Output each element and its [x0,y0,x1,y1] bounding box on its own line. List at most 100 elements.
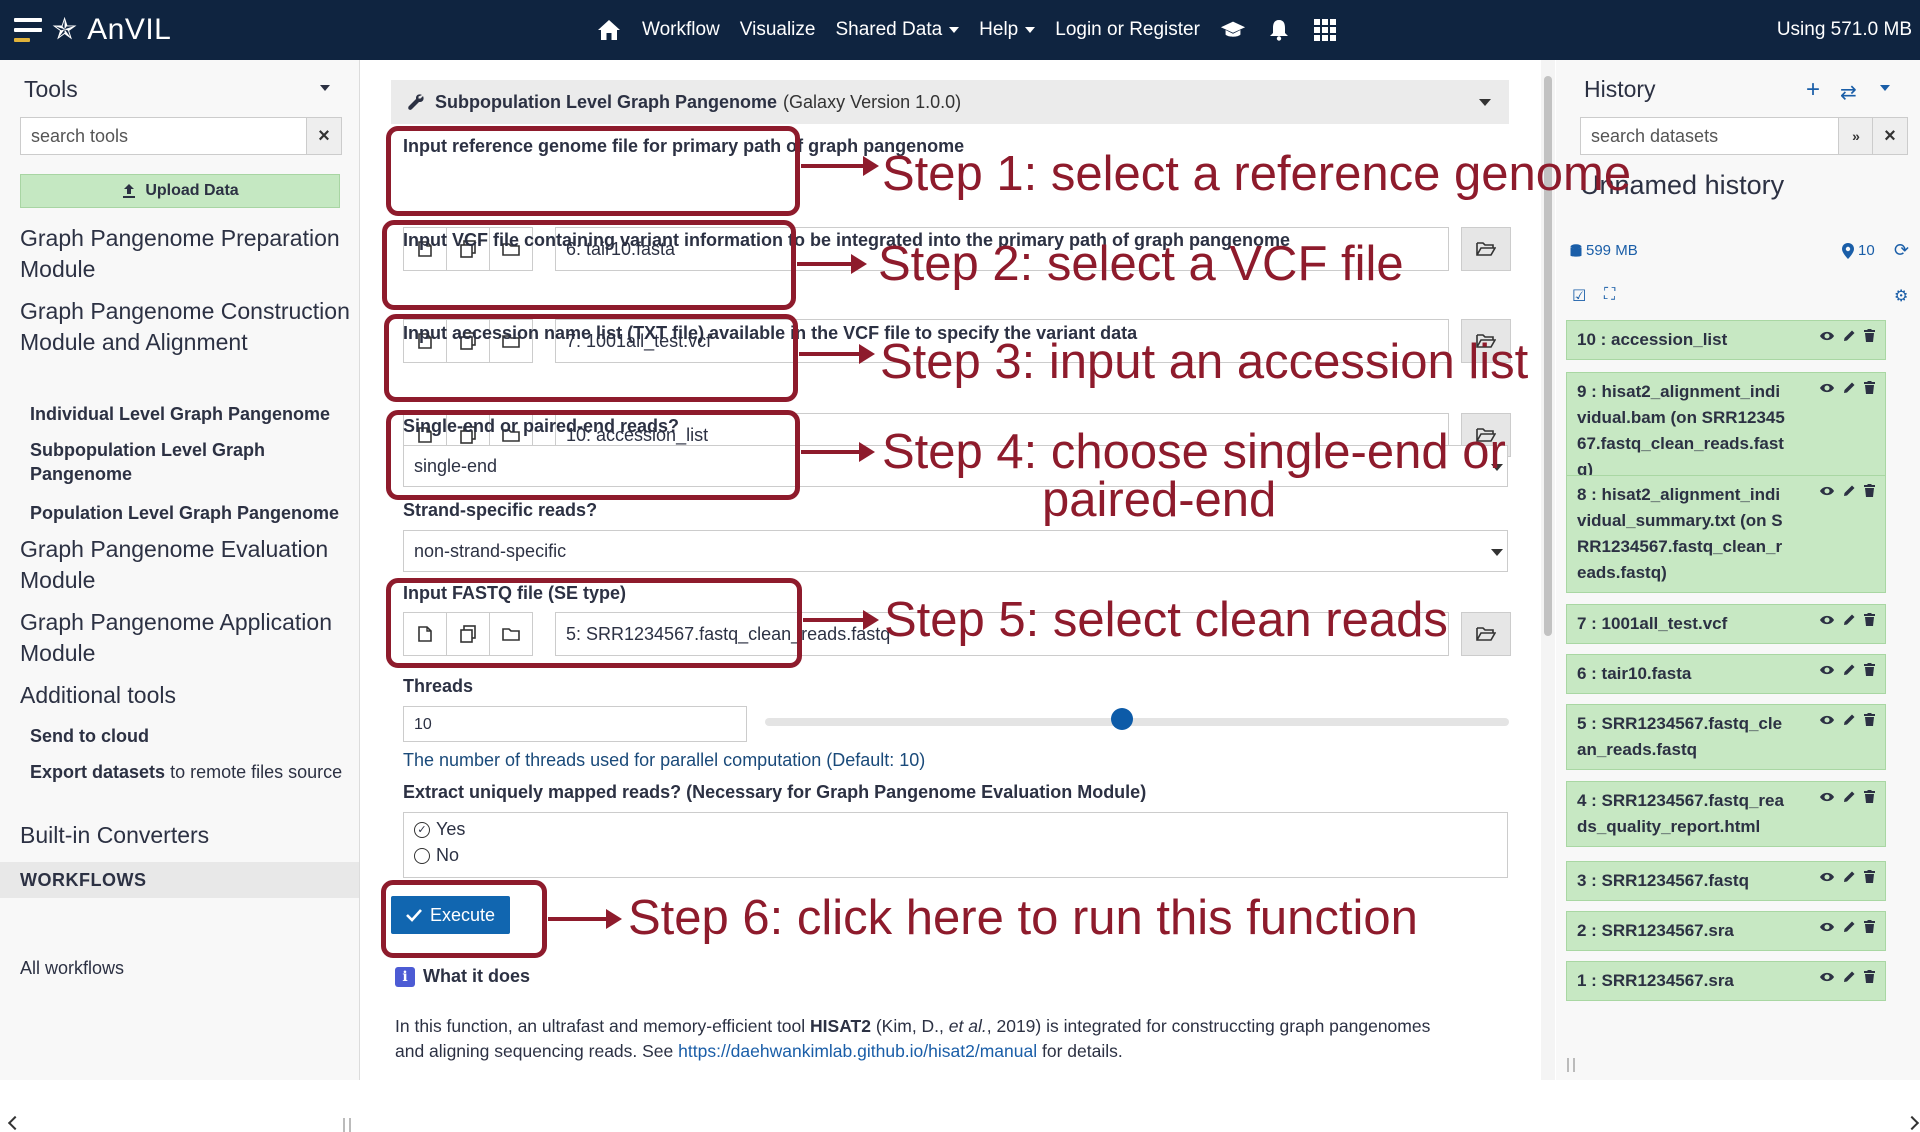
trash-icon[interactable] [1864,613,1875,626]
tool-options-chevron-icon[interactable] [1479,99,1491,106]
upload-data-button[interactable]: Upload Data [20,174,340,208]
browse-folder-icon[interactable] [1461,612,1511,656]
nav-workflow[interactable]: Workflow [642,19,720,41]
trash-icon[interactable] [1864,970,1875,983]
gear-icon[interactable]: ⚙ [1894,286,1908,306]
switch-history-icon[interactable]: ⇄ [1840,80,1857,105]
history-item-label[interactable]: 10 : accession_list [1577,330,1727,349]
history-dataset-count[interactable]: 10 [1842,242,1875,259]
history-item[interactable]: 9 : hisat2_alignment_individual.bam (on … [1566,372,1886,490]
pencil-icon[interactable] [1843,381,1856,394]
pencil-icon[interactable] [1843,484,1856,497]
history-item[interactable]: 2 : SRR1234567.sra [1566,911,1886,951]
nav-help[interactable]: Help [979,19,1036,41]
collapse-right-icon[interactable] [1904,1115,1920,1131]
eye-icon[interactable] [1819,714,1835,726]
section-construction-module[interactable]: Graph Pangenome Construction Module and … [20,296,350,358]
tool-search-input[interactable]: search tools [20,117,310,155]
trash-icon[interactable] [1864,713,1875,726]
trash-icon[interactable] [1864,920,1875,933]
history-item[interactable]: 10 : accession_list [1566,320,1886,360]
threads-input[interactable]: 10 [403,706,747,742]
eye-icon[interactable] [1819,921,1835,933]
history-item-label[interactable]: 5 : SRR1234567.fastq_clean_reads.fastq [1577,714,1782,759]
nav-login-register[interactable]: Login or Register [1055,19,1200,41]
advanced-search-icon[interactable]: » [1838,117,1874,155]
strand-select[interactable]: non-strand-specific [403,530,1508,572]
pencil-icon[interactable] [1843,970,1856,983]
history-item-label[interactable]: 7 : 1001all_test.vcf [1577,614,1727,633]
history-item[interactable]: 4 : SRR1234567.fastq_reads_quality_repor… [1566,781,1886,847]
checked-radio-icon[interactable]: ✓ [414,821,430,838]
history-item[interactable]: 3 : SRR1234567.fastq [1566,861,1886,901]
chevron-down-icon[interactable] [1880,85,1890,91]
unchecked-radio-icon[interactable] [414,847,430,864]
collapse-left-icon[interactable] [7,1115,23,1131]
history-item[interactable]: 7 : 1001all_test.vcf [1566,604,1886,644]
trash-icon[interactable] [1864,663,1875,676]
history-size[interactable]: 599 MB [1570,242,1638,259]
chevron-down-icon[interactable] [1491,549,1503,556]
center-scrollbar[interactable] [1541,60,1555,1080]
trash-icon[interactable] [1864,484,1875,497]
tool-subpopulation-level[interactable]: Subpopulation Level Graph Pangenome [30,438,350,486]
eye-icon[interactable] [1819,664,1835,676]
nav-shared-data[interactable]: Shared Data [835,19,960,41]
eye-icon[interactable] [1819,871,1835,883]
pencil-icon[interactable] [1843,713,1856,726]
eye-icon[interactable] [1819,485,1835,497]
pencil-icon[interactable] [1843,329,1856,342]
history-item-label[interactable]: 8 : hisat2_alignment_individual_summary.… [1577,485,1783,582]
clear-search-icon[interactable]: × [1872,117,1908,155]
browse-folder-icon[interactable] [1461,227,1511,271]
home-icon[interactable] [596,17,622,43]
chevron-down-icon[interactable] [320,85,330,91]
bell-icon[interactable] [1266,17,1292,43]
tool-individual-level[interactable]: Individual Level Graph Pangenome [30,402,350,426]
section-preparation-module[interactable]: Graph Pangenome Preparation Module [20,223,350,285]
all-workflows-link[interactable]: All workflows [20,958,124,979]
history-item[interactable]: 5 : SRR1234567.fastq_clean_reads.fastq [1566,704,1886,770]
plus-icon[interactable]: + [1806,76,1820,104]
section-evaluation-module[interactable]: Graph Pangenome Evaluation Module [20,534,350,596]
apps-grid-icon[interactable] [1312,17,1338,43]
history-item-label[interactable]: 2 : SRR1234567.sra [1577,921,1734,940]
nav-visualize[interactable]: Visualize [740,19,816,41]
tool-export-datasets[interactable]: Export datasets to remote files source [30,760,350,784]
pencil-icon[interactable] [1843,613,1856,626]
section-application-module[interactable]: Graph Pangenome Application Module [20,607,350,669]
refresh-icon[interactable]: ⟳ [1894,240,1909,261]
trash-icon[interactable] [1864,381,1875,394]
history-item-label[interactable]: 6 : tair10.fasta [1577,664,1691,683]
eye-icon[interactable] [1819,330,1835,342]
section-built-in-converters[interactable]: Built-in Converters [20,820,350,851]
eye-icon[interactable] [1819,614,1835,626]
history-item-label[interactable]: 9 : hisat2_alignment_individual.bam (on … [1577,382,1785,479]
collapse-icon[interactable]: ⛶ [1604,286,1615,304]
drag-handle-icon[interactable] [1567,1058,1575,1072]
threads-slider-handle[interactable] [1111,708,1134,730]
select-all-icon[interactable]: ☑ [1572,286,1586,306]
extract-yes-option[interactable]: ✓ Yes [414,819,465,840]
pencil-icon[interactable] [1843,663,1856,676]
pencil-icon[interactable] [1843,870,1856,883]
clear-search-icon[interactable]: × [306,117,342,155]
pencil-icon[interactable] [1843,790,1856,803]
graduation-cap-icon[interactable] [1220,17,1246,43]
extract-no-option[interactable]: No [414,845,459,866]
history-item-label[interactable]: 1 : SRR1234567.sra [1577,971,1734,990]
section-additional-tools[interactable]: Additional tools [20,680,350,711]
menu-icon[interactable] [14,18,42,42]
eye-icon[interactable] [1819,382,1835,394]
quota-meter[interactable]: Using 571.0 MB [1777,0,1912,60]
threads-slider[interactable] [765,718,1509,726]
eye-icon[interactable] [1819,971,1835,983]
brand[interactable]: ✯ AnVIL [14,8,171,52]
tool-send-to-cloud[interactable]: Send to cloud [30,724,350,748]
trash-icon[interactable] [1864,329,1875,342]
history-item[interactable]: 8 : hisat2_alignment_individual_summary.… [1566,475,1886,593]
trash-icon[interactable] [1864,790,1875,803]
history-item[interactable]: 1 : SRR1234567.sra [1566,961,1886,1001]
history-item-label[interactable]: 4 : SRR1234567.fastq_reads_quality_repor… [1577,791,1784,836]
history-item[interactable]: 6 : tair10.fasta [1566,654,1886,694]
